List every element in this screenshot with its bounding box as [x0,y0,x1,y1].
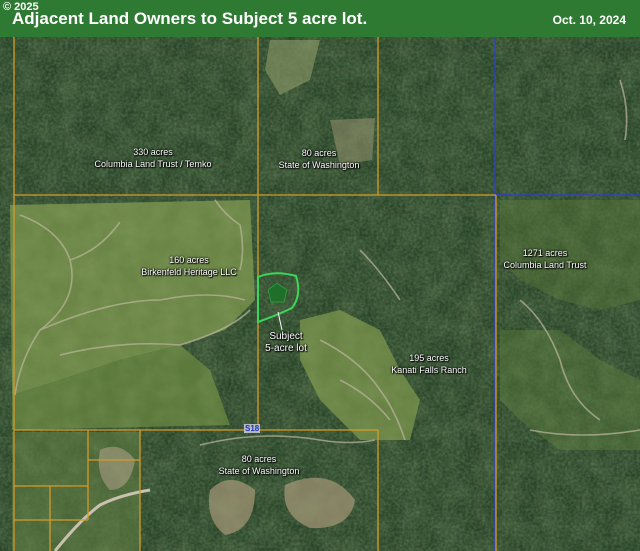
parcel-label-columbia-temko: 330 acres Columbia Land Trust / Temko [94,147,212,169]
aerial-map[interactable] [0,0,640,551]
parcel-label-state-south: 80 acres State of Washington [218,454,300,476]
subject-lot-label: Subject 5-acre lot [265,331,307,354]
parcel-label-birkenfeld: 160 acres Birkenfeld Heritage LLC [141,255,237,277]
header-bar: © 2025 Adjacent Land Owners to Subject 5… [0,0,640,37]
road-label: S18 [244,424,261,433]
parcel-label-state-north: 80 acres State of Washington [278,148,360,170]
page-title: Adjacent Land Owners to Subject 5 acre l… [12,9,368,28]
date-text: Oct. 10, 2024 [552,13,626,27]
parcel-label-kanati-falls: 195 acres Kanati Falls Ranch [391,353,467,375]
map-view[interactable]: © 2025 Adjacent Land Owners to Subject 5… [0,0,640,551]
parcel-label-columbia-land-trust: 1271 acres Columbia Land Trust [503,248,587,270]
